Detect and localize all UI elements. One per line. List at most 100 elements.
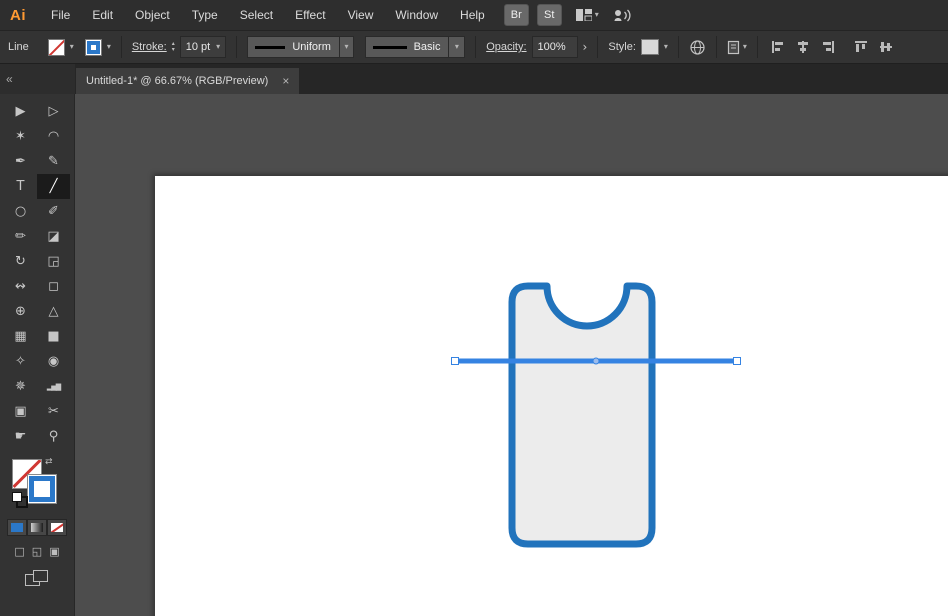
line-endpoint-handle-left[interactable] (452, 358, 459, 365)
stroke-weight-value: 10 pt (186, 41, 210, 53)
color-button-swatch (11, 523, 23, 532)
brushes-panel-button[interactable]: Br (504, 4, 529, 26)
hand-tool-button[interactable]: ☛ (4, 424, 37, 449)
mesh-tool-button[interactable]: ▦ (4, 324, 37, 349)
selection-tool-button[interactable]: ▶ (4, 99, 37, 124)
separator (475, 36, 476, 58)
workspace-switcher-button[interactable]: ▾ (576, 9, 599, 21)
share-icon (613, 8, 632, 22)
curvature-tool-button[interactable]: ✎ (37, 149, 70, 174)
share-button[interactable] (613, 8, 632, 22)
document-tab-bar: Untitled-1* @ 66.67% (RGB/Preview) × (75, 64, 948, 94)
document-share-button[interactable] (689, 39, 706, 56)
document-setup-chevron-icon[interactable]: ▾ (743, 43, 747, 51)
line-segment-tool-button[interactable]: ╱ (37, 174, 70, 199)
canvas-pasteboard[interactable] (75, 94, 948, 616)
notched-rounded-rect-shape[interactable] (512, 286, 652, 544)
chevron-down-icon: ▾ (595, 11, 599, 19)
tab-close-icon[interactable]: × (282, 74, 289, 88)
ellipse-tool-button[interactable]: ○ (4, 199, 37, 224)
brush-chevron[interactable]: ▾ (448, 37, 464, 57)
change-screen-mode-button[interactable] (25, 570, 49, 587)
line-midpoint-anchor[interactable] (593, 358, 599, 364)
fill-color-swatch[interactable] (48, 39, 65, 56)
align-vertical-top-button[interactable] (851, 37, 871, 57)
draw-inside-icon[interactable]: ▣ (49, 545, 59, 558)
menu-object[interactable]: Object (124, 1, 181, 30)
none-button[interactable] (47, 519, 67, 536)
stroke-panel-link[interactable]: Stroke: (132, 41, 167, 53)
line-endpoint-handle-right[interactable] (734, 358, 741, 365)
zoom-tool-button[interactable]: ⚲ (37, 424, 70, 449)
brush-definition-dropdown[interactable]: Basic ▾ (365, 36, 465, 58)
color-button[interactable] (7, 519, 27, 536)
brush-preview-line (373, 46, 406, 49)
menu-file[interactable]: File (40, 1, 81, 30)
paintbrush-tool-button[interactable]: ✐ (37, 199, 70, 224)
eyedropper-tool-button[interactable]: ✧ (4, 349, 37, 374)
shaper-tool-button[interactable]: ✏ (4, 224, 37, 249)
stroke-weight-chevron-icon[interactable]: ▾ (216, 43, 220, 51)
lasso-tool-button[interactable]: ◠ (37, 124, 70, 149)
scale-tool-button[interactable]: ◲ (37, 249, 70, 274)
eraser-tool-button[interactable]: ◪ (37, 224, 70, 249)
slice-tool-button[interactable]: ✂ (37, 399, 70, 424)
draw-normal-icon[interactable]: □ (14, 545, 24, 558)
symbol-sprayer-tool-button[interactable]: ✵ (4, 374, 37, 399)
width-profile-chevron[interactable]: ▾ (339, 37, 353, 57)
opacity-flyout-arrow-icon[interactable]: › (583, 40, 588, 54)
opacity-panel-link[interactable]: Opacity: (486, 41, 526, 53)
collapse-tools-panel-icon[interactable]: « (6, 72, 13, 86)
width-tool-button[interactable]: ↭ (4, 274, 37, 299)
direct-selection-tool-button[interactable]: ▷ (37, 99, 70, 124)
align-horizontal-right-button[interactable] (818, 37, 838, 57)
tools-panel: ▶ ▷ ✶ ◠ ✒ ✎ T ╱ ○ ✐ ✏ ◪ ↻ ◲ ↭ ◻ ⊕ △ ▦ ■ … (0, 94, 75, 616)
column-graph-tool-button[interactable]: ▂▅▇ (37, 374, 70, 399)
stroke-color-swatch[interactable] (85, 39, 102, 56)
opacity-field[interactable]: 100% (532, 36, 578, 58)
fill-stroke-indicator: ⇄ (12, 459, 62, 509)
gradient-button[interactable] (27, 519, 47, 536)
align-horizontal-left-button[interactable] (768, 37, 788, 57)
fill-chevron-down-icon[interactable]: ▾ (70, 43, 74, 51)
none-button-swatch (51, 523, 63, 532)
blend-tool-button[interactable]: ◉ (37, 349, 70, 374)
gradient-tool-button[interactable]: ■ (37, 324, 70, 349)
menu-effect[interactable]: Effect (284, 1, 336, 30)
perspective-grid-tool-button[interactable]: △ (37, 299, 70, 324)
menu-select[interactable]: Select (229, 1, 284, 30)
default-fill-stroke-icon[interactable] (12, 492, 26, 506)
style-chevron-icon[interactable]: ▾ (664, 43, 668, 51)
magic-wand-tool-button[interactable]: ✶ (4, 124, 37, 149)
swap-fill-stroke-icon[interactable]: ⇄ (45, 457, 53, 467)
stroke-weight-stepper[interactable]: ▴ ▾ (172, 41, 175, 53)
type-tool-button[interactable]: T (4, 174, 37, 199)
menu-type[interactable]: Type (181, 1, 229, 30)
separator (678, 36, 679, 58)
artboard[interactable] (155, 176, 948, 616)
pen-tool-button[interactable]: ✒ (4, 149, 37, 174)
graphic-style-swatch[interactable] (641, 39, 659, 55)
document-setup-button[interactable]: ▾ (727, 40, 747, 55)
artboard-tool-button[interactable]: ▣ (4, 399, 37, 424)
width-profile-preview-line (255, 46, 285, 49)
free-transform-tool-button[interactable]: ◻ (37, 274, 70, 299)
menu-help[interactable]: Help (449, 1, 496, 30)
menu-window[interactable]: Window (384, 1, 449, 30)
draw-behind-icon[interactable]: ◱ (32, 545, 42, 558)
menu-edit[interactable]: Edit (81, 1, 124, 30)
stroke-swatch[interactable] (27, 474, 57, 504)
tools-grid: ▶ ▷ ✶ ◠ ✒ ✎ T ╱ ○ ✐ ✏ ◪ ↻ ◲ ↭ ◻ ⊕ △ ▦ ■ … (4, 99, 70, 449)
menu-view[interactable]: View (337, 1, 385, 30)
align-vertical-center-button[interactable] (876, 37, 896, 57)
stepper-down-icon[interactable]: ▾ (172, 47, 175, 53)
align-horizontal-center-button[interactable] (793, 37, 813, 57)
variable-width-profile-dropdown[interactable]: Uniform ▾ (247, 36, 354, 58)
graphic-styles-panel-button[interactable]: St (537, 4, 562, 26)
shape-builder-tool-button[interactable]: ⊕ (4, 299, 37, 324)
stroke-weight-field[interactable]: 10 pt ▾ (180, 36, 226, 58)
document-tab[interactable]: Untitled-1* @ 66.67% (RGB/Preview) × (76, 68, 299, 94)
stroke-chevron-down-icon[interactable]: ▾ (107, 43, 111, 51)
rotate-tool-button[interactable]: ↻ (4, 249, 37, 274)
color-mode-buttons (7, 519, 67, 536)
